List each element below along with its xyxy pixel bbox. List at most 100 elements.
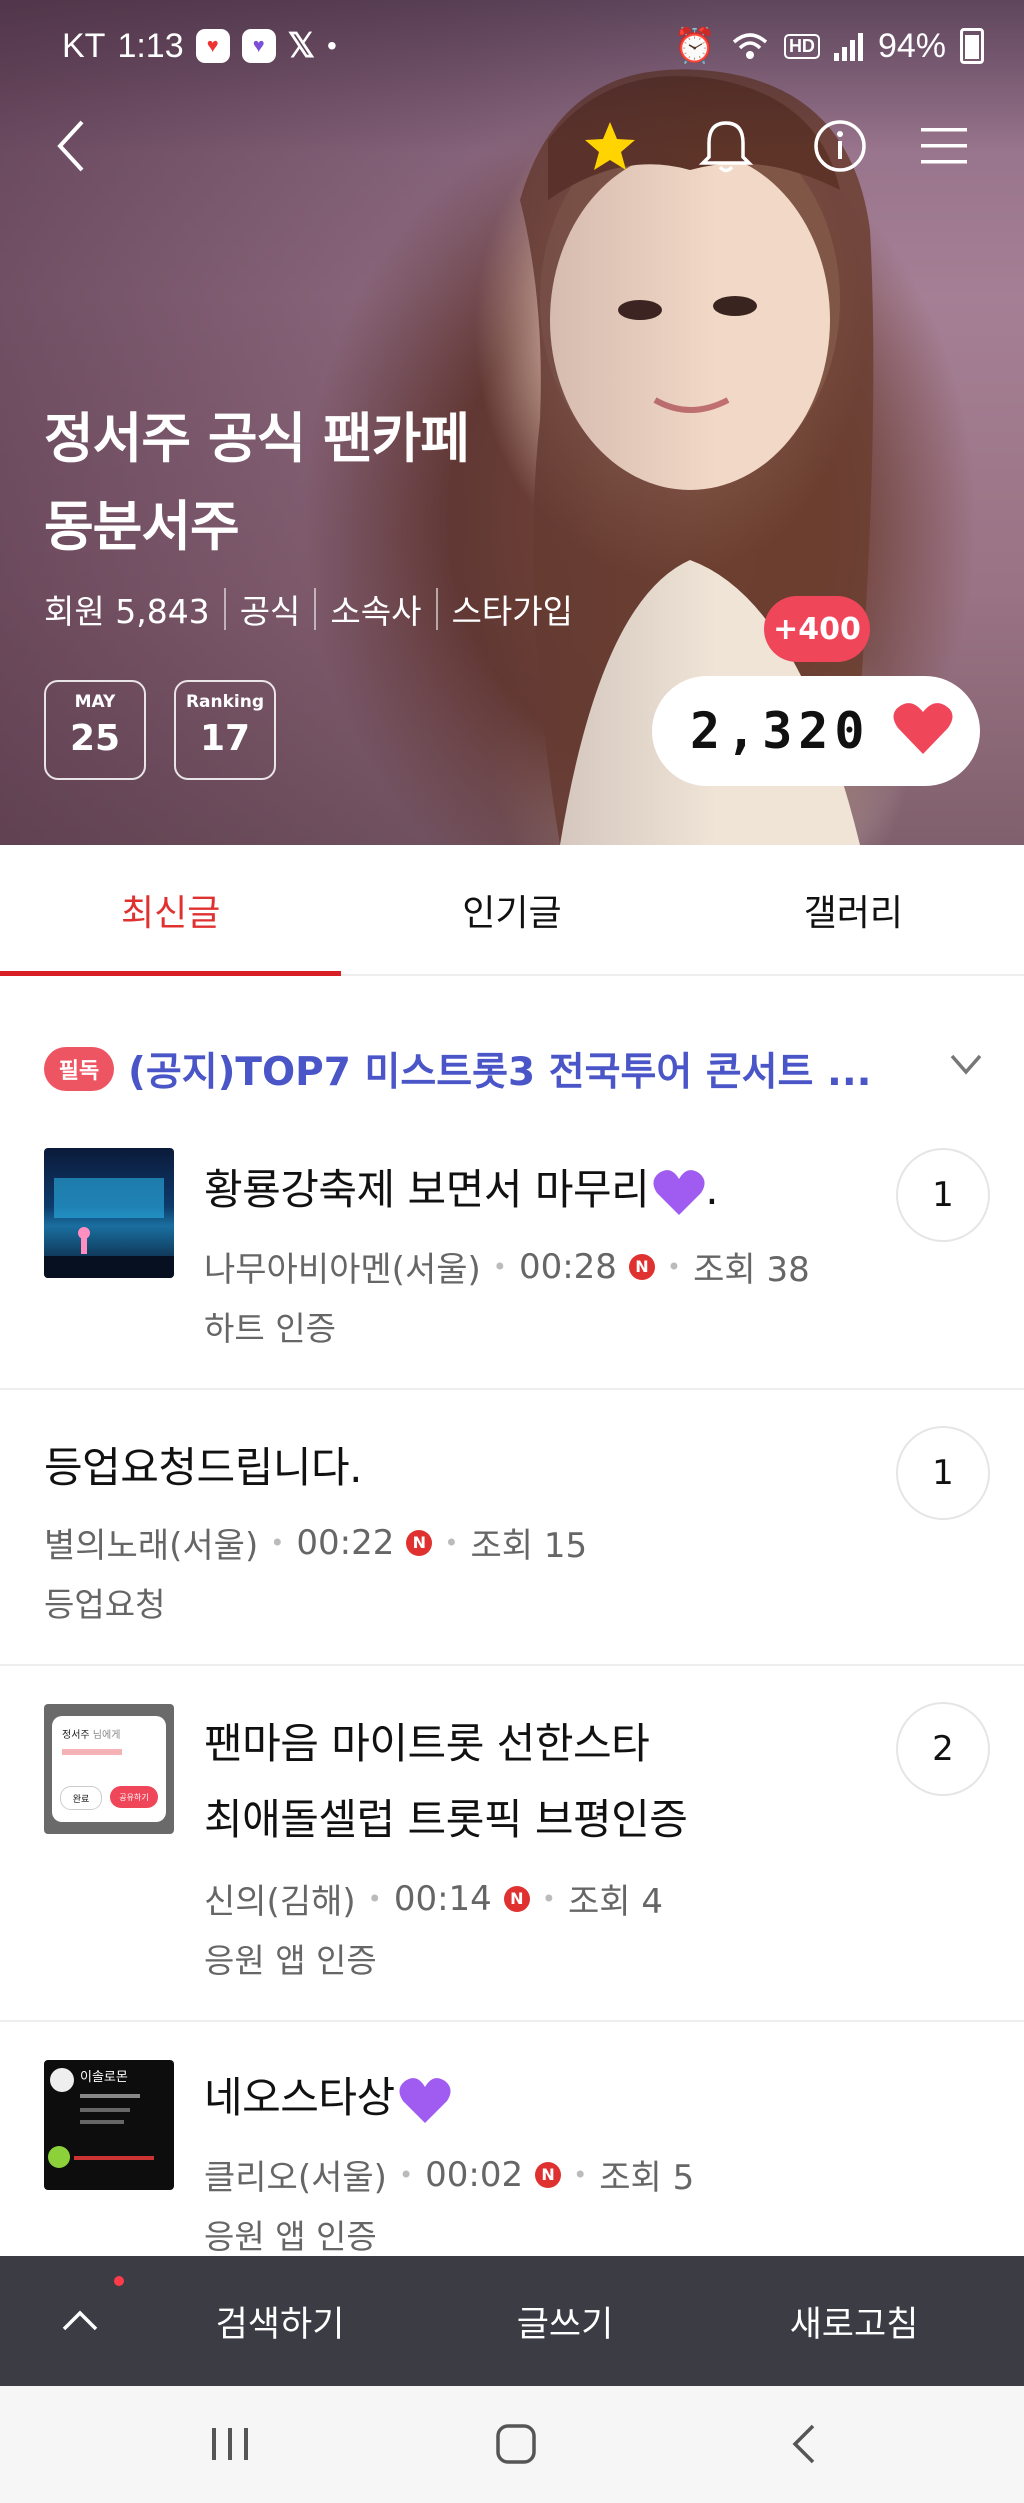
separator-dot: •	[367, 1884, 382, 1913]
cafe-meta-row: 회원 5,843 공식 소속사 스타가입	[44, 585, 573, 633]
date-box: MAY 25	[44, 680, 146, 780]
thumbnail-line	[62, 1749, 122, 1755]
post-category: 등업요청	[44, 1585, 166, 1624]
post-time: 00:22	[296, 1522, 395, 1563]
post-views: 조회 38	[693, 1250, 810, 1290]
member-count[interactable]: 회원 5,843	[44, 585, 210, 633]
tab-gallery[interactable]: 갤러리	[683, 846, 1024, 974]
hd-voice-icon: HD	[783, 33, 820, 59]
more-notifications-dot: •	[327, 30, 337, 61]
comment-count[interactable]: 1	[896, 1148, 990, 1242]
post-title[interactable]: 팬마음 마이트롯 선한스타 최애돌셀럽 트롯픽 브평인증	[204, 1706, 688, 1858]
post-author: 클리오(서울)	[204, 2158, 387, 2198]
new-badge-icon: N	[628, 1253, 655, 1280]
carrier-label: KT	[62, 26, 106, 65]
post-thumbnail: 정서주 님에게 완료 공유하기	[44, 1704, 174, 1834]
system-back-button[interactable]	[764, 2414, 844, 2474]
signal-icon	[833, 33, 863, 61]
post-title-suffix: .	[705, 1165, 719, 1214]
tab-popular[interactable]: 인기글	[341, 846, 682, 974]
ranking-box[interactable]: Ranking 17	[174, 680, 276, 780]
post-author: 별의노래(서울)	[44, 1526, 259, 1566]
post-views: 조회 5	[599, 2158, 695, 2198]
divider	[314, 588, 317, 630]
system-navigation-bar	[0, 2386, 1024, 2503]
chevron-up-icon	[62, 2310, 98, 2331]
thumbnail-heading: 정서주 님에게	[62, 1726, 166, 1741]
tab-latest[interactable]: 최신글	[0, 846, 342, 976]
clock: 1:13	[117, 26, 184, 65]
post-title-text: 네오스타상	[204, 2073, 395, 2122]
post-thumbnail: 이솔로몬	[44, 2060, 174, 2190]
like-increase-badge: +400	[764, 596, 870, 662]
notice-title[interactable]: (공지)TOP7 미스트롯3 전국투어 콘서트 ...	[128, 1041, 908, 1097]
post-meta: 별의노래(서울) • 00:22 N • 조회 15	[44, 1518, 587, 1567]
wifi-icon	[732, 33, 768, 59]
thumbnail-sub: 님에게	[92, 1730, 121, 1741]
separator-dot: •	[444, 1528, 459, 1557]
menu-button[interactable]	[912, 114, 976, 178]
chevron-down-icon[interactable]	[948, 1050, 984, 1080]
comment-count[interactable]: 2	[896, 1702, 990, 1796]
post-meta: 신의(김해) • 00:14 N • 조회 4	[204, 1874, 663, 1923]
date-month: MAY	[74, 692, 116, 712]
post-meta: 나무아비아멘(서울) • 00:28 N • 조회 38	[204, 1242, 810, 1291]
post-title[interactable]: 등업요청드립니다.	[44, 1434, 362, 1495]
notification-button[interactable]	[694, 114, 758, 178]
new-badge-icon: N	[406, 1529, 433, 1556]
thumbnail-line	[80, 2094, 140, 2098]
post-views: 조회 15	[470, 1526, 588, 1566]
cafe-info-button[interactable]	[808, 114, 872, 178]
notification-dot	[114, 2276, 124, 2286]
comment-count[interactable]: 1	[896, 1426, 990, 1520]
favorite-button[interactable]	[578, 114, 642, 178]
post-item[interactable]: 황룡강축제 보면서 마무리. 나무아비아멘(서울) • 00:28 N • 조회…	[0, 1120, 1024, 1390]
pinned-notice[interactable]: 필독 (공지)TOP7 미스트롯3 전국투어 콘서트 ...	[44, 1040, 984, 1098]
battery-icon	[960, 28, 984, 64]
post-item[interactable]: 정서주 님에게 완료 공유하기 팬마음 마이트롯 선한스타 최애돌셀럽 트롯픽 …	[0, 1666, 1024, 2022]
bell-icon	[699, 121, 753, 173]
separator-dot: •	[270, 1528, 285, 1557]
home-button[interactable]	[476, 2414, 556, 2474]
post-meta: 클리오(서울) • 00:02 N • 조회 5	[204, 2150, 694, 2199]
thumbnail-circle	[48, 2146, 70, 2168]
heart-icon	[893, 703, 953, 754]
post-views: 조회 4	[567, 1882, 663, 1922]
thumbnail-done-btn: 완료	[60, 1786, 102, 1810]
recent-apps-button[interactable]	[190, 2414, 270, 2474]
board-tabs: 최신글 인기글 갤러리	[0, 846, 1024, 976]
x-app-icon: 𝕏	[287, 27, 316, 65]
status-bar: KT 1:13 ♥ ♥ 𝕏 • ⏰ HD 94%	[0, 0, 1024, 88]
back-button[interactable]	[40, 114, 104, 178]
date-day: 25	[69, 718, 121, 759]
concert-stage-image	[44, 1178, 174, 1278]
refresh-button[interactable]: 새로고침	[744, 2256, 964, 2386]
thumbnail-name: 정서주	[62, 1730, 90, 1741]
post-title[interactable]: 황룡강축제 보면서 마무리.	[204, 1156, 719, 1217]
hamburger-menu-icon	[921, 128, 967, 164]
post-item[interactable]: 이솔로몬 네오스타상 클리오(서울) • 00:02 N • 조회 5 응원 앱…	[0, 2022, 1024, 2262]
home-icon	[496, 2424, 536, 2464]
cafe-title-line1: 정서주 공식 팬카페	[44, 407, 470, 470]
post-title[interactable]: 네오스타상	[204, 2064, 451, 2125]
search-button[interactable]: 검색하기	[170, 2256, 390, 2386]
purple-heart-icon	[399, 2077, 451, 2123]
app-notification-icon-2: ♥	[241, 29, 276, 63]
new-badge-icon: N	[535, 2161, 562, 2188]
post-author: 신의(김해)	[204, 1882, 356, 1922]
info-icon	[814, 120, 866, 172]
separator-dot: •	[666, 1252, 682, 1281]
agency-label: 소속사	[330, 592, 422, 631]
divider	[223, 588, 226, 630]
app-notification-icon: ♥	[195, 29, 230, 63]
scroll-top-button[interactable]	[44, 2284, 116, 2356]
must-read-badge: 필독	[44, 1047, 114, 1091]
post-title-line1: 팬마음 마이트롯 선한스타	[204, 1719, 650, 1768]
write-button[interactable]: 글쓰기	[460, 2256, 670, 2386]
thumbnail-line	[80, 2120, 124, 2124]
purple-heart-icon	[653, 1169, 705, 1215]
like-button[interactable]: 2,320	[652, 676, 980, 786]
post-item[interactable]: 등업요청드립니다. 별의노래(서울) • 00:22 N • 조회 15 등업요…	[0, 1390, 1024, 1666]
chevron-left-icon	[57, 120, 84, 172]
thumbnail-card: 정서주 님에게 완료 공유하기	[52, 1716, 166, 1822]
